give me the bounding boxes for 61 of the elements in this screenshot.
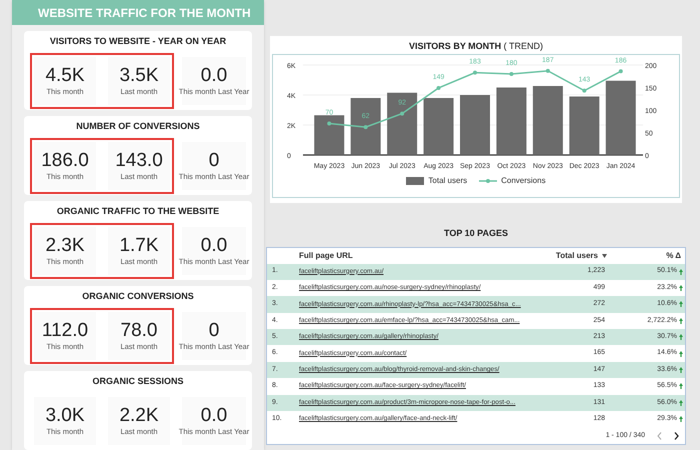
up-arrow-icon bbox=[679, 334, 683, 340]
bar bbox=[314, 115, 344, 155]
column-header: % Δ bbox=[665, 250, 682, 262]
bar bbox=[387, 92, 418, 155]
bar bbox=[460, 95, 490, 155]
stat-value: 0.0 bbox=[200, 235, 228, 257]
stat-value: 0.0 bbox=[200, 405, 228, 427]
up-arrow-icon bbox=[679, 383, 683, 390]
legend-label: Total users bbox=[428, 175, 468, 187]
stat-value: 2.3K bbox=[45, 235, 85, 257]
chevron-right-icon bbox=[674, 432, 679, 440]
chart-title: VISITORS BY MONTH ( TREND) bbox=[408, 40, 544, 52]
stat-value: 0.0 bbox=[200, 65, 228, 87]
card-title: ORGANIC TRAFFIC TO THE WEBSITE bbox=[56, 205, 220, 217]
legend-line-icon bbox=[479, 178, 498, 184]
up-arrow-icon bbox=[679, 285, 683, 292]
legend-swatch bbox=[406, 177, 424, 185]
next-page-button[interactable] bbox=[674, 432, 679, 440]
data-point bbox=[509, 72, 514, 76]
card-title: NUMBER OF CONVERSIONS bbox=[76, 120, 200, 132]
up-arrow-icon bbox=[679, 367, 683, 374]
data-point bbox=[473, 70, 477, 75]
data-point bbox=[436, 86, 441, 90]
data-point bbox=[327, 122, 332, 126]
up-arrow-icon bbox=[679, 350, 683, 357]
stat-value: 186.0 bbox=[41, 150, 89, 172]
stat-value: 3.0K bbox=[45, 405, 85, 427]
legend-label: Conversions bbox=[501, 175, 546, 187]
up-arrow-icon bbox=[679, 268, 683, 275]
stat-value: 4.5K bbox=[45, 65, 85, 87]
stat-value: 0 bbox=[208, 320, 220, 342]
card-title: ORGANIC CONVERSIONS bbox=[82, 290, 194, 302]
up-arrow-icon bbox=[679, 318, 683, 324]
bar bbox=[350, 98, 381, 155]
bar bbox=[569, 96, 600, 155]
stat-value: 112.0 bbox=[42, 320, 88, 342]
header-title: WEBSITE TRAFFIC FOR THE MONTH bbox=[38, 4, 251, 22]
sort-column-header[interactable]: Total users bbox=[545, 250, 615, 262]
up-arrow-icon bbox=[679, 400, 683, 406]
data-point bbox=[400, 112, 404, 116]
column-header: Full page URL bbox=[299, 250, 354, 262]
data-point bbox=[364, 125, 368, 130]
bar bbox=[532, 86, 563, 155]
stat-value: 1.7K bbox=[119, 235, 159, 257]
stat-value: 3.5K bbox=[119, 65, 159, 87]
bar bbox=[496, 88, 526, 155]
data-point bbox=[618, 69, 623, 74]
data-point bbox=[582, 88, 586, 93]
up-arrow-icon bbox=[679, 416, 683, 422]
sort-caret-icon bbox=[602, 254, 607, 258]
stat-value: 78.0 bbox=[120, 320, 158, 342]
stat-value: 0 bbox=[208, 150, 220, 172]
chevron-left-icon bbox=[657, 432, 662, 440]
data-point bbox=[546, 68, 550, 73]
stat-value: 143.0 bbox=[115, 150, 163, 172]
bar bbox=[424, 98, 454, 155]
card-title: ORGANIC SESSIONS bbox=[92, 375, 184, 387]
up-arrow-icon bbox=[679, 301, 683, 308]
stat-value: 2.2K bbox=[119, 405, 159, 427]
card-title: VISITORS TO WEBSITE - YEAR ON YEAR bbox=[50, 35, 226, 47]
table-title: TOP 10 PAGES bbox=[442, 227, 510, 240]
